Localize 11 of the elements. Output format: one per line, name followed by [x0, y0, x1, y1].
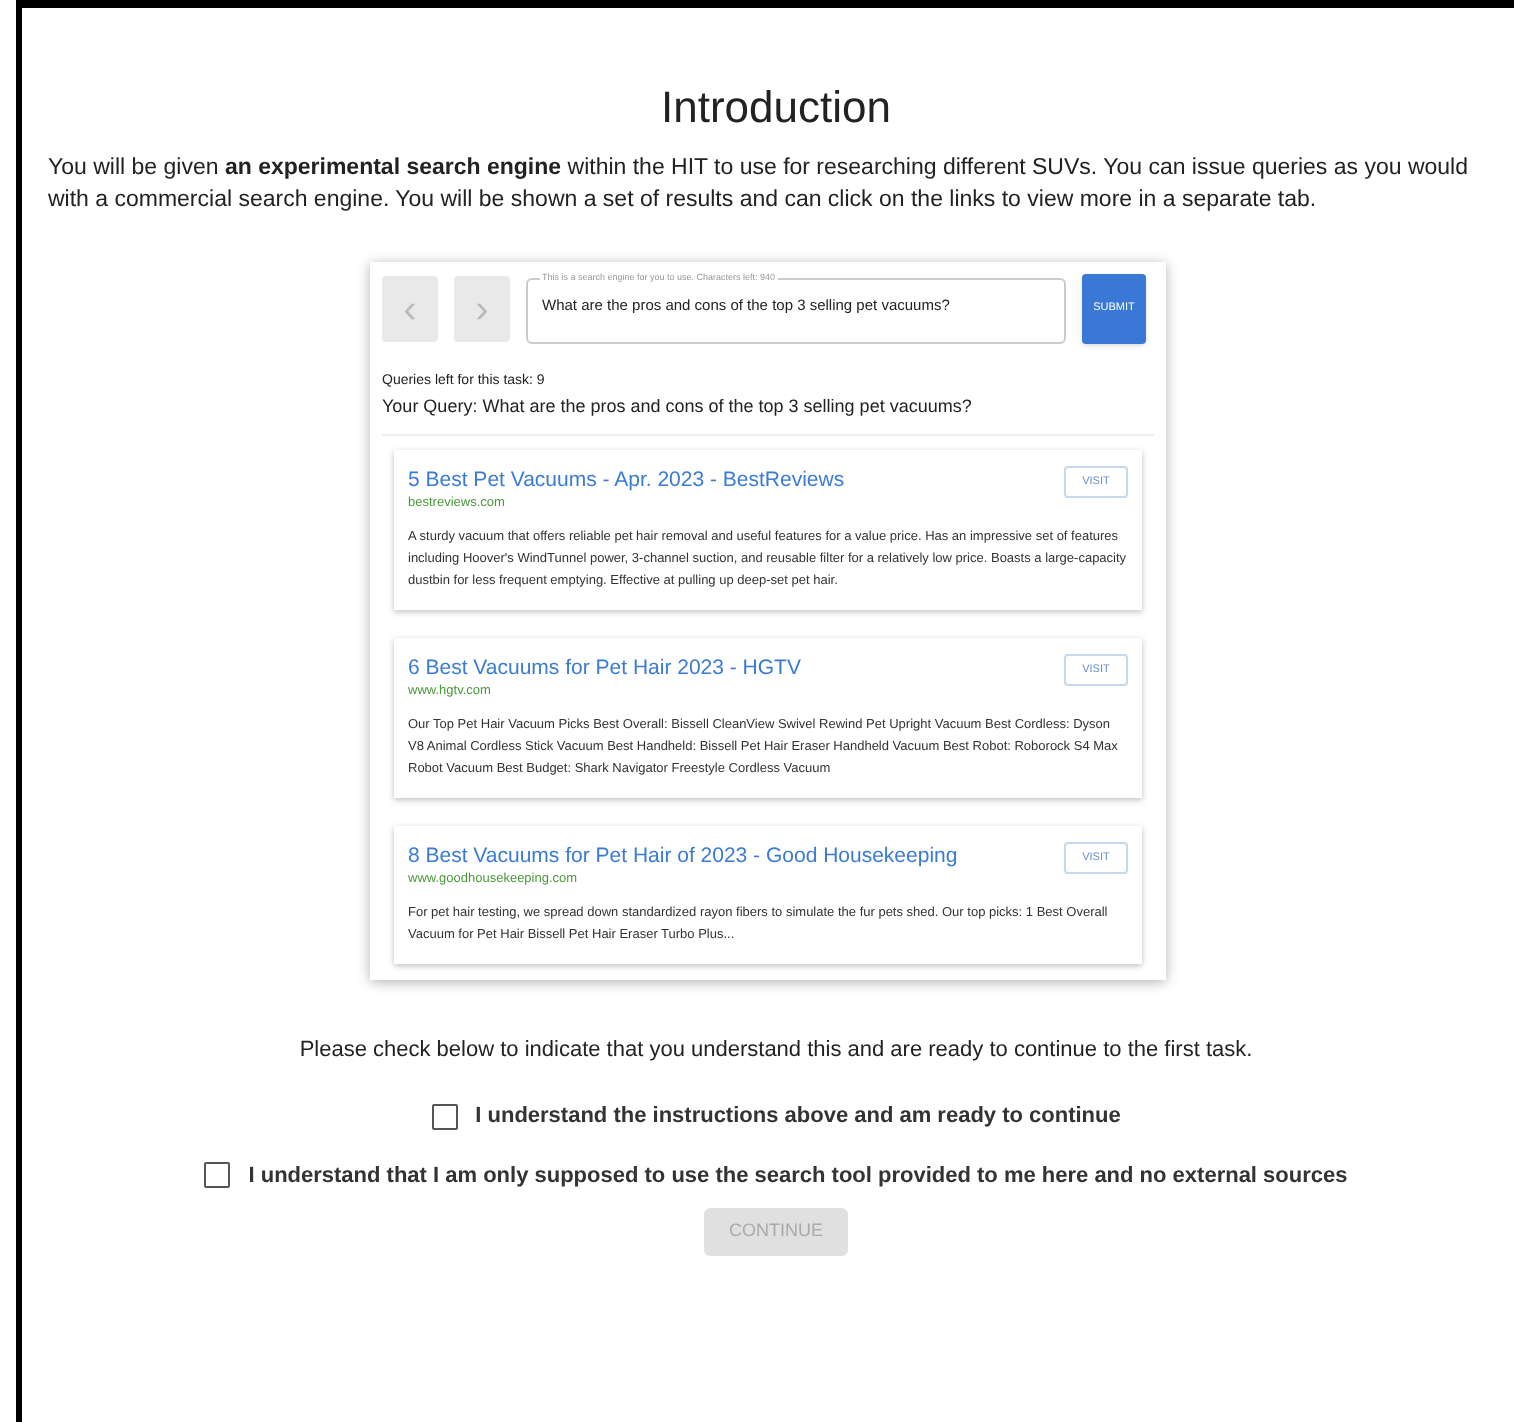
checkbox-label: I understand the instructions above and am ready to continue	[475, 1102, 1121, 1132]
result-title-link[interactable]: 6 Best Vacuums for Pet Hair 2023 - HGTV	[408, 654, 801, 682]
result-title-link[interactable]: 5 Best Pet Vacuums - Apr. 2023 - BestReviews	[408, 466, 845, 494]
your-query: Your Query: What are the pros and cons of the top 3 selling pet vacuums?	[382, 394, 1154, 436]
intro-paragraph: You will be given an experimental search engine within the HIT to use for researching different SUVs. You can issue queries as you would with a commercial search engine. You will be shown a set of results and can click on the links to view more in a separate tab.	[46, 154, 1471, 216]
instruction-text: Please check below to indicate that you understand this and are ready to continue to the first task.	[297, 1036, 1255, 1064]
result-title-link[interactable]: 8 Best Vacuums for Pet Hair of 2023 - Good Housekeeping	[408, 842, 958, 870]
page-title: Introduction	[661, 80, 891, 136]
checkbox[interactable]	[204, 1162, 231, 1189]
checkbox[interactable]	[431, 1103, 458, 1130]
checkbox-label: I understand that I am only supposed to use the search tool provided to me here and no external sources	[248, 1161, 1348, 1191]
